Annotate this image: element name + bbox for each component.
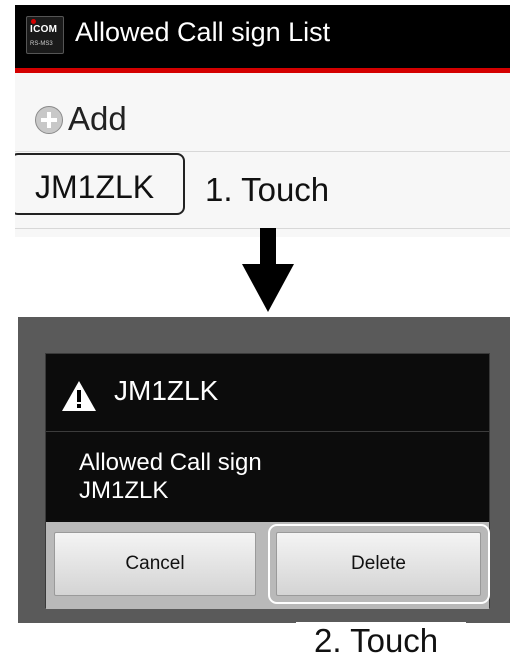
step2-label: 2. Touch bbox=[296, 622, 466, 659]
app-icon: ICOM RS-MS3 bbox=[26, 16, 64, 54]
delete-dialog-screen: JM1ZLK Allowed Call sign JM1ZLK Cancel D… bbox=[18, 317, 510, 623]
delete-dialog: JM1ZLK Allowed Call sign JM1ZLK Cancel D… bbox=[45, 353, 490, 609]
title-bar: ICOM RS-MS3 Allowed Call sign List bbox=[15, 5, 510, 68]
dialog-header: JM1ZLK bbox=[46, 354, 489, 432]
app-logo-sub: RS-MS3 bbox=[30, 41, 53, 47]
cancel-button[interactable]: Cancel bbox=[54, 532, 256, 596]
list-item[interactable]: JM1ZLK 1. Touch bbox=[15, 153, 510, 229]
down-arrow-icon bbox=[242, 228, 294, 312]
dialog-title: JM1ZLK bbox=[114, 375, 219, 406]
callsign-text: JM1ZLK bbox=[35, 169, 155, 205]
step1-instruction: 1. Touch bbox=[205, 171, 330, 208]
dialog-message-callsign: JM1ZLK bbox=[79, 477, 169, 504]
page-title: Allowed Call sign List bbox=[75, 17, 331, 47]
dialog-button-bar: Cancel Delete bbox=[46, 522, 490, 609]
add-button[interactable]: Add bbox=[15, 78, 510, 152]
step2-instruction: 2. Touch bbox=[314, 622, 439, 659]
app-logo-text: ICOM bbox=[30, 24, 58, 35]
dialog-message-label: Allowed Call sign bbox=[79, 449, 262, 476]
call-sign-list-screen: ICOM RS-MS3 Allowed Call sign List Add J… bbox=[15, 5, 510, 237]
plus-circle-icon bbox=[35, 106, 63, 134]
add-label: Add bbox=[68, 100, 127, 137]
warning-triangle-icon bbox=[62, 381, 96, 411]
delete-button[interactable]: Delete bbox=[276, 532, 481, 596]
